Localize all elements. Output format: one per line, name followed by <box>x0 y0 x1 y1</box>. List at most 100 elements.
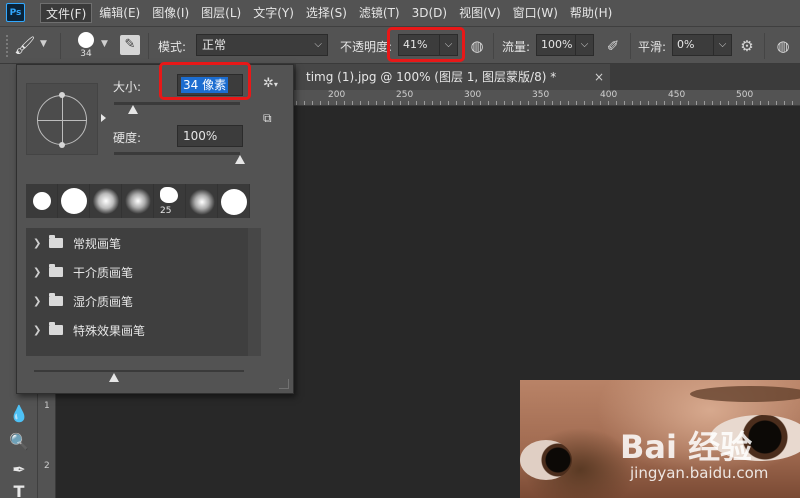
eye-left <box>520 440 572 480</box>
menu-help[interactable]: 帮助(H) <box>565 3 617 23</box>
tip-handle-icon[interactable] <box>59 92 65 98</box>
ruler-tick-label: 350 <box>532 90 550 100</box>
hardness-input[interactable]: 100% <box>177 125 243 147</box>
menu-edit[interactable]: 编辑(E) <box>94 3 145 23</box>
folder-label: 干介质画笔 <box>73 265 134 280</box>
brush-picker-chevron-icon[interactable]: ▼ <box>101 39 108 49</box>
preset-special-25[interactable]: 25 <box>154 184 186 218</box>
chevron-down-icon: ⌵ <box>314 39 322 50</box>
panel-resize-grip[interactable] <box>279 379 289 389</box>
ruler-tick-label: 2 <box>44 461 50 471</box>
menu-view[interactable]: 视图(V) <box>454 3 506 23</box>
separator <box>148 33 149 59</box>
preset-hard-round-large[interactable] <box>58 184 90 218</box>
ruler-tick-label: 200 <box>328 90 346 100</box>
pressure-size-icon[interactable]: ◍ <box>772 35 794 57</box>
menu-items: 文件(F) 编辑(E) 图像(I) 图层(L) 文字(Y) 选择(S) 滤镜(T… <box>40 0 619 26</box>
tip-crosshair-v <box>62 95 63 145</box>
flow-input[interactable]: 100% <box>536 34 576 56</box>
brush-tool-icon[interactable]: 🖌 <box>14 35 40 57</box>
folder-icon <box>49 293 63 306</box>
watermark-logo: Bai 经验 <box>620 428 753 466</box>
flow-dropdown-icon[interactable]: ⌵ <box>576 34 594 56</box>
menu-filter[interactable]: 滤镜(T) <box>354 3 405 23</box>
preset-soft-round[interactable] <box>90 184 122 218</box>
mode-value: 正常 <box>202 38 227 52</box>
options-bar-grip[interactable] <box>6 35 10 57</box>
close-icon[interactable]: × <box>594 64 604 90</box>
highlight-box <box>159 62 251 100</box>
recent-brushes-row: 25 <box>26 184 252 218</box>
smoothing-input[interactable]: 0% <box>672 34 714 56</box>
folder-label: 常规画笔 <box>73 236 122 251</box>
folder-dry-media[interactable]: ❯ 干介质画笔 <box>26 259 248 285</box>
brush-settings-toggle-icon[interactable]: ✎ <box>120 35 140 55</box>
brush-tip-preview[interactable] <box>26 83 98 155</box>
menu-image[interactable]: 图像(I) <box>147 3 194 23</box>
menu-window[interactable]: 窗口(W) <box>508 3 563 23</box>
photoshop-window: Ps 文件(F) 编辑(E) 图像(I) 图层(L) 文字(Y) 选择(S) 滤… <box>0 0 800 498</box>
menu-type[interactable]: 文字(Y) <box>248 3 299 23</box>
folder-icon <box>49 322 63 335</box>
preset-soft-pressure[interactable] <box>186 184 218 218</box>
new-preset-icon[interactable]: ⧉ <box>263 111 272 126</box>
folder-icon <box>49 264 63 277</box>
preset-hard-round-small[interactable] <box>26 184 58 218</box>
mode-select[interactable]: 正常 ⌵ <box>196 34 328 56</box>
folder-general-brushes[interactable]: ❯ 常规画笔 <box>26 230 248 256</box>
ruler-tick-label: 1 <box>44 401 50 411</box>
hardness-slider-track[interactable] <box>114 152 240 155</box>
document-tab[interactable]: timg (1).jpg @ 100% (图层 1, 图层蒙版/8) * × <box>296 64 610 90</box>
airbrush-icon[interactable]: ✐ <box>602 35 624 57</box>
document-tab-title: timg (1).jpg @ 100% (图层 1, 图层蒙版/8) * <box>306 70 557 84</box>
pressure-opacity-icon[interactable]: ◍ <box>466 35 488 57</box>
folder-special-effects[interactable]: ❯ 特殊效果画笔 <box>26 317 248 343</box>
chevron-right-icon[interactable]: ❯ <box>33 296 43 307</box>
brush-preview-icon[interactable] <box>78 32 94 48</box>
separator <box>764 33 765 59</box>
ruler-tick-label: 400 <box>600 90 618 100</box>
folder-list-scrollbar[interactable] <box>248 228 261 356</box>
folder-icon <box>49 235 63 248</box>
menu-3d[interactable]: 3D(D) <box>407 3 452 23</box>
preset-soft-round-2[interactable] <box>122 184 154 218</box>
eyebrow <box>690 386 800 402</box>
tip-expand-arrow-icon[interactable] <box>101 114 106 122</box>
chevron-right-icon[interactable]: ❯ <box>33 238 43 249</box>
size-slider-handle[interactable] <box>127 105 138 114</box>
ruler-tick-label: 500 <box>736 90 754 100</box>
brush-folder-list: ❯ 常规画笔 ❯ 干介质画笔 ❯ 湿介质画笔 ❯ 特殊效果画笔 <box>26 228 248 356</box>
gear-icon[interactable]: ⚙ <box>736 35 758 57</box>
chevron-right-icon[interactable]: ❯ <box>33 325 43 336</box>
smoothing-dropdown-icon[interactable]: ⌵ <box>714 34 732 56</box>
preset-size-badge: 25 <box>160 206 172 216</box>
menu-layer[interactable]: 图层(L) <box>196 3 246 23</box>
preview-size-slider-handle[interactable] <box>109 373 119 382</box>
photoshop-logo-icon: Ps <box>6 3 25 22</box>
ruler-tick-label: 250 <box>396 90 414 100</box>
preset-hard-pressure[interactable] <box>218 184 250 218</box>
menu-select[interactable]: 选择(S) <box>301 3 352 23</box>
menu-file[interactable]: 文件(F) <box>40 3 93 23</box>
canvas-image[interactable]: Bai 经验 jingyan.baidu.com <box>520 380 800 498</box>
ruler-tick-label: 450 <box>668 90 686 100</box>
hardness-slider-handle[interactable] <box>235 155 245 164</box>
gear-icon[interactable]: ✲▾ <box>263 76 278 91</box>
tool-preset-chevron-icon[interactable]: ▼ <box>40 39 47 49</box>
ruler-tick-label: 300 <box>464 90 482 100</box>
chevron-right-icon[interactable]: ❯ <box>33 267 43 278</box>
type-tool-icon[interactable]: T <box>6 480 32 498</box>
blur-tool-icon[interactable]: 💧 <box>6 402 32 426</box>
pen-tool-icon[interactable]: ✒ <box>6 458 32 482</box>
mode-label: 模式: <box>158 40 187 54</box>
folder-wet-media[interactable]: ❯ 湿介质画笔 <box>26 288 248 314</box>
dodge-tool-icon[interactable]: 🔍 <box>6 430 32 454</box>
size-label: 大小: <box>113 80 142 94</box>
tip-handle-icon[interactable] <box>59 142 65 148</box>
brush-preset-picker: 大小: 34 像素 ✲▾ ⧉ 硬度: 100% 25 ❯ 常规画笔 ❯ 干介质画… <box>16 62 294 394</box>
preview-size-slider-track[interactable] <box>34 370 244 372</box>
separator <box>493 33 494 59</box>
options-bar: 🖌 ▼ 34 ▼ ✎ 模式: 正常 ⌵ 不透明度: 41% ⌵ ◍ 流量: 10… <box>0 26 800 64</box>
separator <box>60 33 61 59</box>
hardness-label: 硬度: <box>113 131 142 145</box>
